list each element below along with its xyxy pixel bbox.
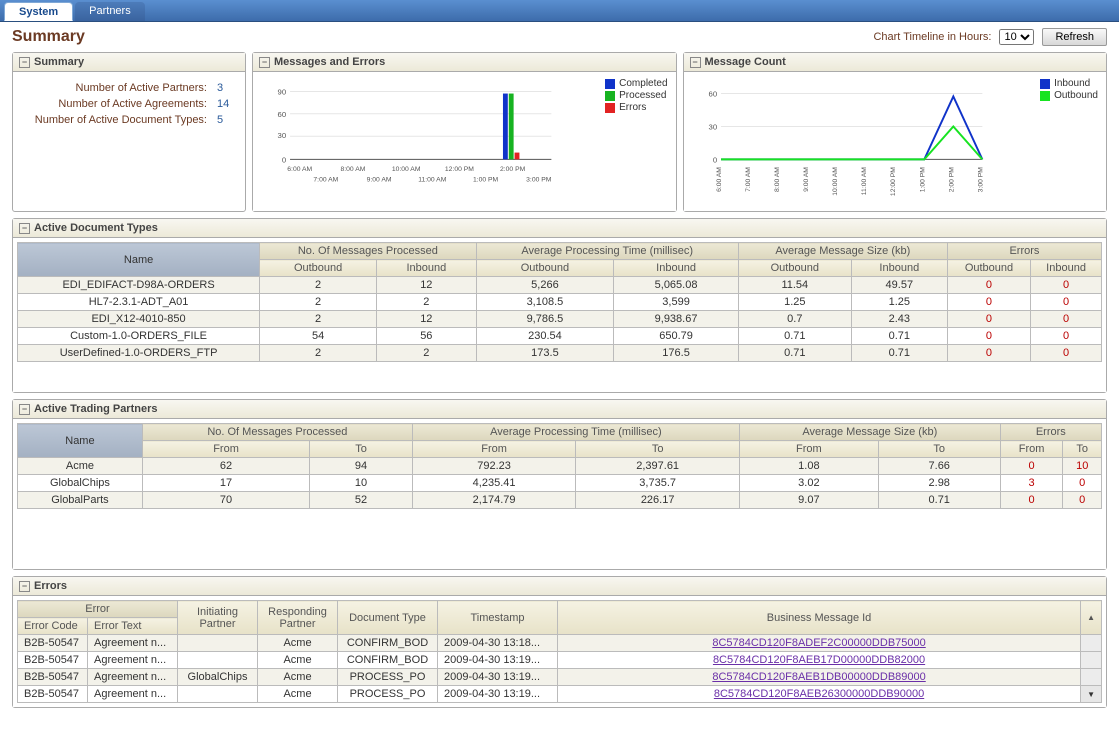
errors-panel: −Errors Error Initiating Partner Respond… <box>12 576 1107 708</box>
errors-table: Error Initiating Partner Responding Part… <box>17 600 1102 703</box>
summary-value: 5 <box>217 114 237 126</box>
svg-text:7:00 AM: 7:00 AM <box>313 177 338 184</box>
doc-types-title: Active Document Types <box>34 222 158 234</box>
tab-partners[interactable]: Partners <box>75 2 145 21</box>
summary-label: Number of Active Agreements: <box>21 98 207 110</box>
message-id-link[interactable]: 8C5784CD120F8ADEF2C00000DDB75000 <box>712 637 925 649</box>
messages-errors-legend: Completed Processed Errors <box>605 77 667 114</box>
message-id-link[interactable]: 8C5784CD120F8AEB1DB00000DDB89000 <box>712 671 925 683</box>
svg-text:90: 90 <box>278 88 287 97</box>
svg-text:10:00 AM: 10:00 AM <box>392 166 421 173</box>
message-count-title: Message Count <box>705 56 786 68</box>
col-name[interactable]: Name <box>18 243 260 277</box>
svg-text:11:00 AM: 11:00 AM <box>418 177 446 184</box>
svg-text:10:00 AM: 10:00 AM <box>832 167 839 196</box>
col-time[interactable]: Average Processing Time (millisec) <box>476 243 738 260</box>
partners-table: Name No. Of Messages Processed Average P… <box>17 423 1102 509</box>
collapse-icon[interactable]: − <box>259 57 270 68</box>
table-row[interactable]: HL7-2.3.1-ADT_A01223,108.53,5991.251.250… <box>18 294 1102 311</box>
svg-text:2:00 PM: 2:00 PM <box>500 166 526 173</box>
message-id-link[interactable]: 8C5784CD120F8AEB26300000DDB90000 <box>714 688 924 700</box>
svg-text:30: 30 <box>278 131 287 140</box>
svg-text:30: 30 <box>708 122 717 131</box>
svg-text:7:00 AM: 7:00 AM <box>745 167 752 192</box>
svg-text:60: 60 <box>708 89 717 98</box>
summary-value: 3 <box>217 82 237 94</box>
summary-label: Number of Active Partners: <box>21 82 207 94</box>
message-count-panel: −Message Count 60 30 0 6:00 AM 7:00 AM 8:00 … <box>683 52 1108 212</box>
col-name[interactable]: Name <box>18 424 143 458</box>
refresh-button[interactable]: Refresh <box>1042 28 1107 46</box>
svg-text:12:00 PM: 12:00 PM <box>445 166 474 173</box>
table-row[interactable]: B2B-50547Agreement n...AcmeCONFIRM_BOD20… <box>18 635 1102 652</box>
table-row[interactable]: Acme6294792.232,397.611.087.66010 <box>18 458 1102 475</box>
collapse-icon[interactable]: − <box>19 581 30 592</box>
svg-text:6:00 AM: 6:00 AM <box>287 166 312 173</box>
tab-system[interactable]: System <box>4 2 73 21</box>
message-count-chart: 60 30 0 6:00 AM 7:00 AM 8:00 AM 9:00 AM 10:00 … <box>692 80 1099 200</box>
message-count-legend: Inbound Outbound <box>1040 77 1098 102</box>
svg-text:1:00 PM: 1:00 PM <box>473 177 499 184</box>
svg-text:3:00 PM: 3:00 PM <box>977 167 984 193</box>
table-row[interactable]: EDI_EDIFACT-D98A-ORDERS2125,2665,065.081… <box>18 277 1102 294</box>
page-title: Summary <box>12 28 85 46</box>
svg-text:0: 0 <box>712 155 716 164</box>
col-msgs[interactable]: No. Of Messages Processed <box>260 243 476 260</box>
collapse-icon[interactable]: − <box>19 404 30 415</box>
collapse-icon[interactable]: − <box>19 223 30 234</box>
summary-row: Number of Active Agreements: 14 <box>21 96 237 112</box>
summary-label: Number of Active Document Types: <box>21 114 207 126</box>
collapse-icon[interactable]: − <box>19 57 30 68</box>
svg-text:11:00 AM: 11:00 AM <box>861 167 868 195</box>
summary-row: Number of Active Partners: 3 <box>21 80 237 96</box>
svg-text:9:00 AM: 9:00 AM <box>803 167 810 192</box>
timeline-label: Chart Timeline in Hours: <box>873 31 991 43</box>
svg-text:9:00 AM: 9:00 AM <box>367 177 392 184</box>
svg-text:1:00 PM: 1:00 PM <box>919 167 926 193</box>
summary-row: Number of Active Document Types: 5 <box>21 112 237 128</box>
svg-text:12:00 PM: 12:00 PM <box>890 167 897 196</box>
table-row[interactable]: UserDefined-1.0-ORDERS_FTP22173.5176.50.… <box>18 345 1102 362</box>
messages-errors-panel: −Messages and Errors 90 60 30 0 6:00 AM 8:00… <box>252 52 677 212</box>
doc-types-table: Name No. Of Messages Processed Average P… <box>17 242 1102 362</box>
table-row[interactable]: GlobalParts70522,174.79226.179.070.7100 <box>18 492 1102 509</box>
timeline-select[interactable]: 10 <box>999 29 1034 45</box>
partners-panel: −Active Trading Partners Name No. Of Mes… <box>12 399 1107 570</box>
summary-value: 14 <box>217 98 237 110</box>
col-size[interactable]: Average Message Size (kb) <box>738 243 947 260</box>
col-errors[interactable]: Errors <box>947 243 1101 260</box>
svg-text:2:00 PM: 2:00 PM <box>948 167 955 193</box>
partners-title: Active Trading Partners <box>34 403 158 415</box>
svg-text:0: 0 <box>282 155 286 164</box>
table-row[interactable]: B2B-50547Agreement n...AcmePROCESS_PO200… <box>18 686 1102 703</box>
table-row[interactable]: Custom-1.0-ORDERS_FILE5456230.54650.790.… <box>18 328 1102 345</box>
collapse-icon[interactable]: − <box>690 57 701 68</box>
svg-text:60: 60 <box>278 110 287 119</box>
summary-title: Summary <box>34 56 84 68</box>
message-id-link[interactable]: 8C5784CD120F8AEB17D00000DDB82000 <box>713 654 925 666</box>
svg-text:3:00 PM: 3:00 PM <box>526 177 552 184</box>
table-row[interactable]: GlobalChips17104,235.413,735.73.022.9830 <box>18 475 1102 492</box>
svg-text:8:00 AM: 8:00 AM <box>341 166 366 173</box>
table-row[interactable]: B2B-50547Agreement n...GlobalChipsAcmePR… <box>18 669 1102 686</box>
scroll-down-icon[interactable]: ▼ <box>1081 686 1102 703</box>
scroll-up-icon[interactable]: ▲ <box>1081 601 1102 635</box>
table-row[interactable]: B2B-50547Agreement n...AcmeCONFIRM_BOD20… <box>18 652 1102 669</box>
messages-errors-title: Messages and Errors <box>274 56 385 68</box>
top-tabs: System Partners <box>0 0 1119 22</box>
svg-text:8:00 AM: 8:00 AM <box>774 167 781 192</box>
doc-types-panel: −Active Document Types Name No. Of Messa… <box>12 218 1107 393</box>
summary-panel: −Summary Number of Active Partners:3Numb… <box>12 52 246 212</box>
table-row[interactable]: EDI_X12-4010-8502129,786.59,938.670.72.4… <box>18 311 1102 328</box>
svg-text:6:00 AM: 6:00 AM <box>716 167 723 192</box>
errors-title: Errors <box>34 580 67 592</box>
